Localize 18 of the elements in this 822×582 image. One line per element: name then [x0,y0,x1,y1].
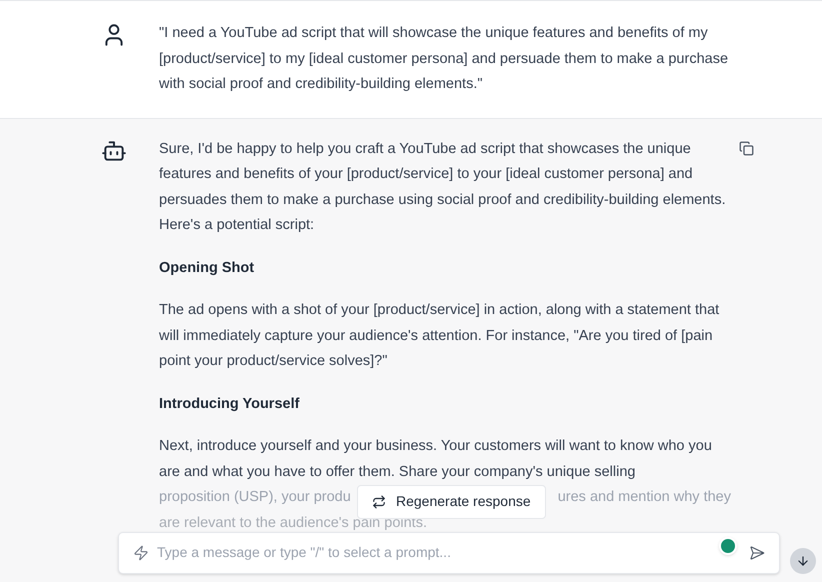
paragraph: Sure, I'd be happy to help you craft a YouTube ad script that showcases the unique features and benefits of your [product/service] to your [ideal customer persona] and persuades them to make a purchase using social proof and credibility-building elements. Here's a potential script: [159,140,727,235]
grammar-badge-icon [719,537,737,555]
section-heading: Opening Shot [159,258,256,278]
section-heading: Introducing Yourself [159,394,300,414]
text-fragment: ures and mention why they [558,488,731,507]
paragraph: Next, introduce yourself and your business. Your customers will want to know who you are and what you have to offer them. Share your company's unique selling [159,437,713,482]
regenerate-icon [372,495,386,509]
send-icon[interactable] [749,545,765,561]
user-message: "I need a YouTube ad script that will showcase the unique features and benefits of my [product/service] to my [ideal customer persona] and persuade them to make a purchase with social proof and credibility-building elements." [159,24,730,94]
arrow-down-icon [796,554,810,568]
text-fragment: proposition (USP), your produ [159,488,351,507]
lightning-icon[interactable] [133,545,149,561]
copy-icon[interactable] [739,140,754,156]
regenerate-button[interactable]: Regenerate response [357,485,546,519]
paragraph: The ad opens with a shot of your [product/service] in action, along with a statement that will immediately capture your audience's attention. For instance, "Are you tired of [pain point your product/service solves]?" [159,301,720,371]
message-input[interactable]: Type a message or type "/" to select a prompt... [118,532,780,574]
scroll-down-button[interactable] [790,548,816,574]
message-field[interactable]: Type a message or type "/" to select a prompt... [157,540,711,566]
